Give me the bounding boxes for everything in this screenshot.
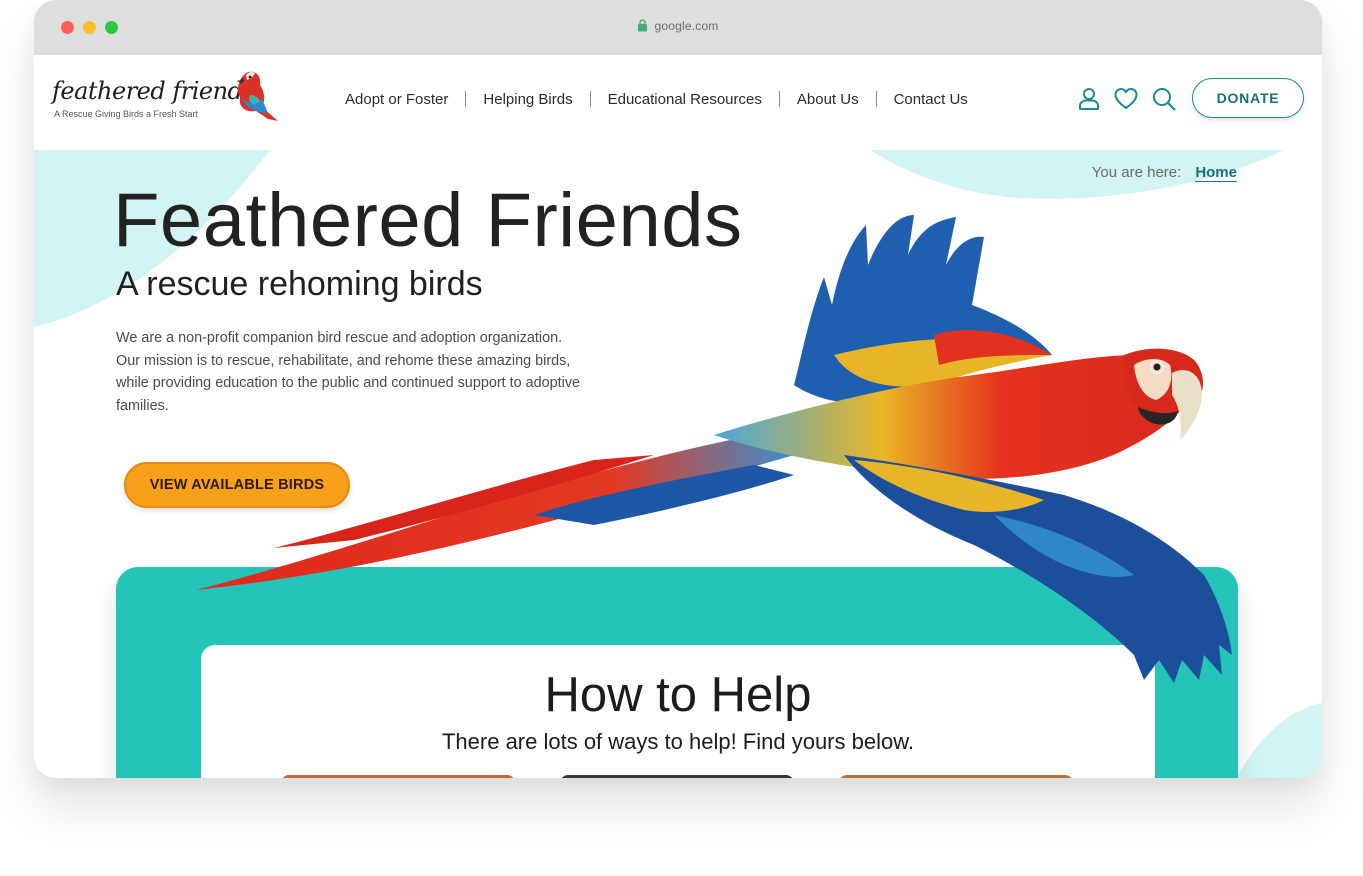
address-bar[interactable]: google.com: [34, 19, 1322, 33]
address-bar-url: google.com: [654, 19, 719, 33]
lock-icon: [638, 19, 648, 32]
browser-window: google.com feathered friends A Rescue Gi…: [34, 0, 1322, 778]
scarlet-macaw-image: [196, 215, 1232, 683]
web-page: feathered friends A Rescue Giving Birds …: [34, 55, 1322, 778]
browser-titlebar: google.com: [34, 0, 1322, 55]
